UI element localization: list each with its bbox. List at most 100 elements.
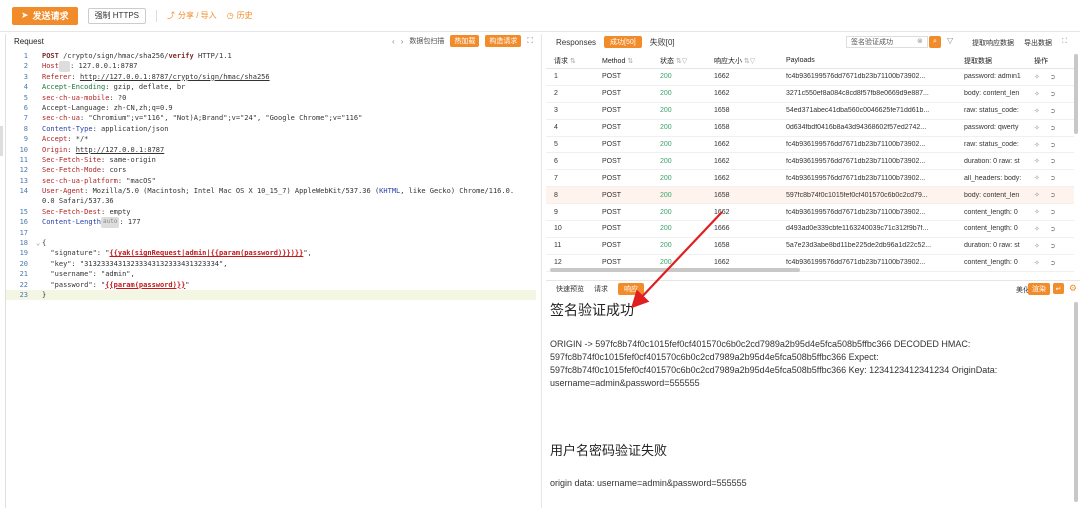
fullscreen-icon[interactable]: ⛶	[1062, 38, 1067, 46]
code-line[interactable]: 22 "password": " {{param(password)}} "	[6, 280, 536, 290]
code-line[interactable]: 16 Content-Length auto: 177	[6, 217, 536, 228]
code-line[interactable]: 21 "username": "admin",	[6, 269, 536, 279]
code-line[interactable]: 13 sec-ch-ua-platform: "macOS"	[6, 176, 536, 186]
clear-search-icon[interactable]: ⊗	[917, 37, 923, 45]
code-line[interactable]: 1 POST /crypto/sign/hmac/sha256/verify HT…	[6, 51, 536, 61]
table-row[interactable]: 1 POST 200 1662 fc4b936199576dd7671db23b7110…	[546, 69, 1074, 86]
code-line[interactable]: 0.0 Safari/537.36	[6, 196, 536, 206]
table-hscroll[interactable]	[550, 268, 800, 272]
goto-icon[interactable]: ➲	[1050, 174, 1056, 182]
filter-icon[interactable]: ▽	[947, 36, 953, 45]
col-size[interactable]: 响应大小 ⇅▽	[706, 56, 778, 66]
gutter-handle[interactable]	[0, 126, 3, 156]
code-line[interactable]: 17	[6, 228, 536, 238]
goto-icon[interactable]: ➲	[1050, 225, 1056, 233]
table-row[interactable]: 11 POST 200 1658 5a7e23d3abe8bd11be225de2db9…	[546, 238, 1074, 255]
export-data-button[interactable]: 导出数据	[1024, 38, 1052, 48]
request-code-editor[interactable]: 1 POST /crypto/sign/hmac/sha256/verify HT…	[6, 51, 536, 301]
goto-icon[interactable]: ➲	[1050, 90, 1056, 98]
goto-icon[interactable]: ➲	[1050, 157, 1056, 165]
table-row[interactable]: 4 POST 200 1658 0d634fbdf0416b8a43d94368602f…	[546, 120, 1074, 137]
force-https-toggle[interactable]: 强制 HTTPS	[87, 7, 147, 24]
col-extract[interactable]: 提取数据	[956, 56, 1026, 66]
goto-icon[interactable]: ➲	[1050, 73, 1056, 81]
code-line[interactable]: 11 Sec-Fetch-Site: same-origin	[6, 155, 536, 165]
table-row[interactable]: 10 POST 200 1666 d493ad0e339cbfe1163240039c7…	[546, 221, 1074, 238]
table-row[interactable]: 6 POST 200 1662 fc4b936199576dd7671db23b7110…	[546, 153, 1074, 171]
code-line[interactable]: 12 Sec-Fetch-Mode: cors	[6, 165, 536, 175]
magic-icon[interactable]: ✧	[1034, 208, 1040, 216]
fullscreen-icon[interactable]: ⛶	[527, 36, 533, 46]
hot-load-button[interactable]: 热加载	[450, 35, 480, 47]
history-link[interactable]: ◷ 历史	[227, 10, 253, 21]
code-line[interactable]: 7 sec-ch-ua: "Chromium";v="116", "Not)A;B…	[6, 113, 536, 123]
goto-icon[interactable]: ➲	[1050, 208, 1056, 216]
line-number: 12	[19, 166, 28, 175]
tab-success[interactable]: 成功[50]	[604, 36, 642, 48]
tab-failed[interactable]: 失败[0]	[650, 37, 675, 48]
code-line[interactable]: 2 Host : 127.0.0.1:8787	[6, 61, 536, 72]
row-actions: ✧ ➲	[1026, 259, 1074, 267]
search-input[interactable]: 签名验证成功	[846, 36, 928, 48]
chevron-right-icon[interactable]: ›	[401, 37, 404, 46]
goto-icon[interactable]: ➲	[1050, 107, 1056, 115]
magic-icon[interactable]: ✧	[1034, 73, 1040, 81]
magic-icon[interactable]: ✧	[1034, 174, 1040, 182]
code-line[interactable]: 3 Referer: http://127.0.0.1:8787/crypto/s…	[6, 72, 536, 82]
packet-scan-button[interactable]: 数据包扫描	[409, 36, 444, 46]
tab-quick-preview[interactable]: 快速预览	[556, 284, 584, 294]
table-row[interactable]: 8 POST 200 1658 597fc8b74f0c1015fef0cf401570…	[546, 187, 1074, 205]
col-request[interactable]: 请求 ⇅	[546, 56, 594, 66]
table-row[interactable]: 5 POST 200 1662 fc4b936199576dd7671db23b7110…	[546, 137, 1074, 154]
tab-response[interactable]: 响应	[618, 282, 644, 295]
line-number: 16	[19, 218, 28, 227]
col-status[interactable]: 状态 ⇅▽	[652, 56, 706, 66]
goto-icon[interactable]: ➲	[1050, 259, 1056, 267]
col-payloads[interactable]: Payloads	[778, 57, 956, 64]
render-button[interactable]: 渲染	[1028, 283, 1050, 295]
send-request-button[interactable]: ➤ 发送请求	[12, 6, 78, 25]
code-line[interactable]: 23}	[6, 289, 536, 301]
search-icon[interactable]: ⌕	[929, 36, 941, 48]
code-line[interactable]: 15 Sec-Fetch-Dest: empty	[6, 207, 536, 217]
code-line[interactable]: 8 Content-Type: application/json	[6, 124, 536, 134]
magic-icon[interactable]: ✧	[1034, 242, 1040, 250]
code-line[interactable]: 20 "key": "31323334313233343132333431323…	[6, 259, 536, 269]
build-request-button[interactable]: 构造请求	[485, 35, 522, 47]
goto-icon[interactable]: ➲	[1050, 141, 1056, 149]
table-row[interactable]: 3 POST 200 1658 54ed371abec41dba560c0046625f…	[546, 103, 1074, 120]
magic-icon[interactable]: ✧	[1034, 90, 1040, 98]
code-line[interactable]: 4 Accept-Encoding: gzip, deflate, br	[6, 82, 536, 92]
gear-icon[interactable]: ⚙	[1069, 283, 1077, 294]
magic-icon[interactable]: ✧	[1034, 191, 1040, 199]
share-import-link[interactable]: ⤴ 分享 / 导入	[167, 10, 217, 21]
code-line[interactable]: 14 User-Agent: Mozilla/5.0 (Macintosh; In…	[6, 186, 536, 196]
magic-icon[interactable]: ✧	[1034, 259, 1040, 267]
magic-icon[interactable]: ✧	[1034, 141, 1040, 149]
magic-icon[interactable]: ✧	[1034, 124, 1040, 132]
responses-pane: Responses 成功[50] 失败[0] 签名验证成功 ⊗ ⌕ ▽ 提取响应…	[546, 34, 1080, 508]
table-row[interactable]: 2 POST 200 1662 3271c550ef8a084c8cd8f57fb8e0…	[546, 86, 1074, 103]
code-line[interactable]: 10 Origin: http://127.0.0.1:8787	[6, 145, 536, 155]
goto-icon[interactable]: ➲	[1050, 191, 1056, 199]
code-line[interactable]: 19 "signature": " {{yak(signRequest|admin…	[6, 248, 536, 258]
col-method[interactable]: Method ⇅	[594, 57, 652, 65]
magic-icon[interactable]: ✧	[1034, 225, 1040, 233]
share-label: 分享 / 导入	[178, 11, 217, 20]
tab-request[interactable]: 请求	[594, 284, 608, 294]
goto-icon[interactable]: ➲	[1050, 124, 1056, 132]
code-line[interactable]: 18 ⌄{	[6, 238, 536, 248]
table-vscroll[interactable]	[1074, 54, 1078, 134]
table-row[interactable]: 7 POST 200 1662 fc4b936199576dd7671db23b7110…	[546, 170, 1074, 188]
goto-icon[interactable]: ➲	[1050, 242, 1056, 250]
code-line[interactable]: 9 Accept: */*	[6, 134, 536, 144]
code-line[interactable]: 5 sec-ch-ua-mobile: ?0	[6, 93, 536, 103]
detail-vscroll[interactable]	[1074, 302, 1078, 502]
extract-data-button[interactable]: 提取响应数据	[972, 38, 1014, 48]
wrap-icon[interactable]: ↵	[1053, 283, 1064, 294]
magic-icon[interactable]: ✧	[1034, 157, 1040, 165]
magic-icon[interactable]: ✧	[1034, 107, 1040, 115]
chevron-left-icon[interactable]: ‹	[392, 37, 395, 46]
table-row[interactable]: 9 POST 200 1662 fc4b936199576dd7671db23b7110…	[546, 204, 1074, 222]
code-line[interactable]: 6 Accept-Language: zh-CN,zh;q=0.9	[6, 103, 536, 113]
